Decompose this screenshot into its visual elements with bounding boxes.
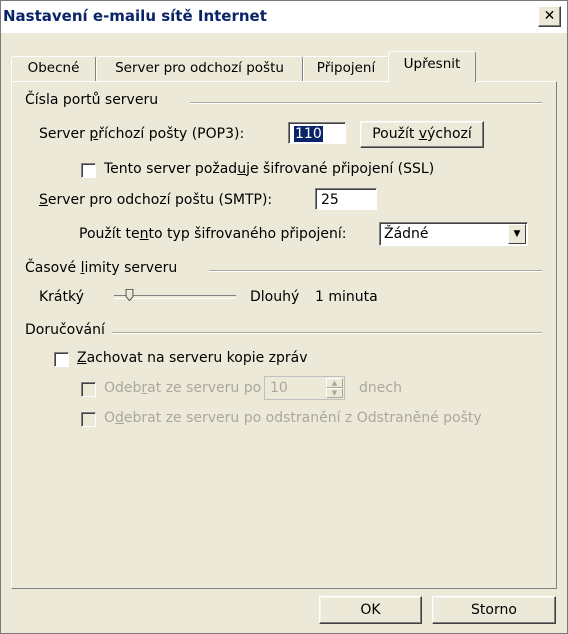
keep-copy-label: Zachovat na serveru kopie zpráv <box>77 350 308 366</box>
stepper-up-button[interactable]: ▲ <box>326 378 343 388</box>
timeout-value: 1 minuta <box>315 289 378 305</box>
remove-after-days-stepper[interactable]: 10 ▲ ▼ <box>264 376 345 400</box>
tab-connection[interactable]: Připojení <box>303 56 389 82</box>
remove-deleted-checkbox[interactable] <box>81 412 96 427</box>
dialog-window: Nastavení e-mailu sítě Internet ✕ Obecné… <box>0 0 568 634</box>
delivery-group-divider <box>112 332 542 334</box>
remove-after-label: Odebrat ze serveru po <box>104 380 262 396</box>
slider-thumb[interactable] <box>125 289 134 301</box>
tab-connection-label: Připojení <box>316 60 376 76</box>
smtp-port-value: 25 <box>321 192 339 208</box>
close-icon: ✕ <box>543 8 556 24</box>
encryption-type-value: Žádné <box>384 226 429 242</box>
cancel-button-label: Storno <box>471 602 517 618</box>
encryption-type-label: Použít tento typ šifrovaného připojení: <box>79 226 347 242</box>
arrow-down-icon: ▼ <box>331 389 338 397</box>
smtp-port-label: Server pro odchozí poštu (SMTP): <box>39 192 273 208</box>
tab-outgoing-server-label: Server pro odchozí poštu <box>115 60 284 76</box>
arrow-up-icon: ▲ <box>331 379 338 387</box>
use-default-button[interactable]: Použít výchozí <box>360 121 484 148</box>
remove-after-days-value: 10 <box>270 380 288 396</box>
tab-panel-advanced: Čísla portů serveru Server příchozí pošt… <box>11 81 557 589</box>
smtp-port-input[interactable]: 25 <box>315 188 377 210</box>
close-button[interactable]: ✕ <box>538 6 561 27</box>
stepper-down-button[interactable]: ▼ <box>326 388 343 398</box>
tab-advanced[interactable]: Upřesnit <box>388 51 476 82</box>
pop3-port-input[interactable]: 110 <box>288 122 346 144</box>
window-title: Nastavení e-mailu sítě Internet <box>3 7 267 25</box>
pop3-port-value: 110 <box>294 126 323 142</box>
ssl-label: Tento server požaduje šifrované připojen… <box>104 161 435 177</box>
tab-advanced-label: Upřesnit <box>403 56 461 72</box>
remove-after-checkbox[interactable] <box>81 382 96 397</box>
timeouts-group-title: Časové limity serveru <box>25 260 178 276</box>
ssl-checkbox[interactable] <box>81 163 96 178</box>
tab-outgoing-server[interactable]: Server pro odchozí poštu <box>96 56 303 82</box>
tab-general-label: Obecné <box>27 60 80 76</box>
encryption-type-select[interactable]: Žádné ▼ <box>379 222 528 246</box>
keep-copy-checkbox[interactable] <box>54 352 69 367</box>
title-bar: Nastavení e-mailu sítě Internet ✕ <box>1 1 567 33</box>
ok-button-label: OK <box>360 602 381 618</box>
remove-deleted-label: Odebrat ze serveru po odstranění z Odstr… <box>104 410 482 426</box>
chevron-down-icon: ▼ <box>513 229 521 239</box>
cancel-button[interactable]: Storno <box>432 596 556 624</box>
ok-button[interactable]: OK <box>319 596 422 624</box>
days-unit-label: dnech <box>359 380 402 396</box>
timeout-slider[interactable] <box>114 286 236 306</box>
dropdown-button[interactable]: ▼ <box>508 224 526 244</box>
stepper-buttons: ▲ ▼ <box>326 378 343 398</box>
delivery-group-title: Doručování <box>25 322 105 338</box>
ports-group-divider <box>190 102 542 104</box>
slider-short-label: Krátký <box>39 289 84 305</box>
ports-group-title: Čísla portů serveru <box>25 92 159 108</box>
slider-long-label: Dlouhý <box>250 289 300 305</box>
timeouts-group-divider <box>209 270 542 272</box>
pop3-port-label: Server příchozí pošty (POP3): <box>39 126 245 142</box>
tab-general[interactable]: Obecné <box>11 56 96 82</box>
